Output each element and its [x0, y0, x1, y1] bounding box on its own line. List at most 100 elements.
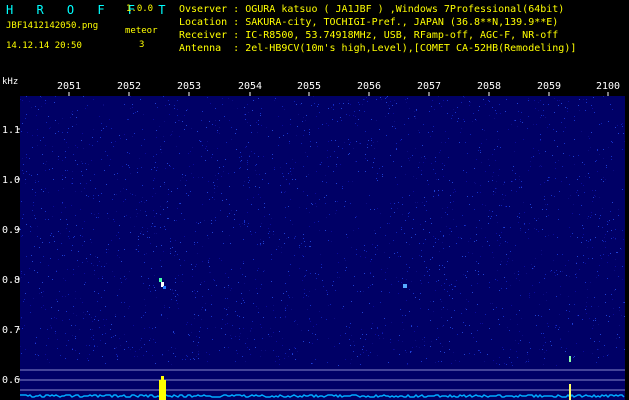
noise-speck [97, 346, 98, 347]
noise-speck [152, 328, 153, 329]
noise-speck [260, 356, 261, 357]
noise-speck [482, 204, 483, 205]
noise-speck [332, 119, 333, 120]
noise-speck [398, 293, 399, 294]
noise-speck [34, 215, 35, 216]
noise-speck [217, 148, 218, 149]
noise-speck [425, 158, 426, 159]
noise-speck [155, 327, 156, 328]
noise-speck [488, 159, 489, 160]
noise-speck [495, 192, 496, 193]
noise-speck [604, 237, 605, 238]
noise-speck [516, 278, 517, 279]
noise-speck [54, 102, 55, 103]
noise-speck [164, 226, 165, 227]
noise-speck [67, 269, 68, 270]
noise-speck [209, 354, 210, 355]
noise-speck [274, 100, 275, 101]
noise-speck [373, 162, 374, 163]
noise-speck [394, 349, 395, 350]
noise-speck [143, 355, 144, 356]
noise-speck [593, 97, 594, 98]
noise-speck [381, 99, 382, 100]
noise-speck [57, 348, 58, 349]
noise-speck [434, 191, 435, 192]
noise-speck [413, 219, 414, 220]
noise-speck [559, 327, 560, 328]
noise-speck [285, 310, 286, 311]
noise-speck [340, 117, 341, 118]
noise-speck [533, 156, 534, 157]
noise-speck [93, 229, 94, 230]
noise-speck [46, 122, 47, 123]
noise-speck [421, 170, 422, 171]
noise-speck [82, 175, 83, 176]
noise-speck [83, 312, 84, 313]
noise-speck [196, 356, 197, 357]
noise-speck [503, 199, 504, 200]
noise-speck [529, 293, 530, 294]
noise-speck [103, 319, 104, 320]
noise-speck [231, 127, 232, 128]
noise-speck [51, 233, 52, 234]
noise-speck [302, 255, 303, 256]
noise-speck [570, 236, 571, 237]
noise-speck [258, 308, 259, 309]
noise-speck [303, 166, 304, 167]
noise-speck [426, 210, 427, 211]
noise-speck [292, 353, 293, 354]
noise-speck [319, 112, 320, 113]
noise-speck [334, 318, 335, 319]
noise-speck [35, 342, 36, 343]
noise-speck [582, 237, 583, 238]
noise-speck [615, 259, 616, 260]
noise-speck [72, 111, 73, 112]
noise-speck [516, 191, 517, 192]
noise-speck [457, 334, 458, 335]
noise-speck [175, 240, 176, 241]
noise-speck [439, 251, 440, 252]
noise-speck [429, 111, 430, 112]
noise-speck [401, 166, 402, 167]
noise-speck [41, 208, 42, 209]
noise-speck [219, 350, 220, 351]
noise-speck [312, 333, 313, 334]
noise-speck [197, 291, 198, 292]
noise-speck [316, 206, 317, 207]
meteor-echo-faint-3-dot [569, 356, 571, 362]
noise-speck [68, 147, 69, 148]
noise-speck [465, 325, 466, 326]
noise-speck [270, 224, 271, 225]
noise-speck [349, 327, 350, 328]
noise-speck [535, 315, 536, 316]
noise-speck [465, 142, 466, 143]
noise-speck [93, 265, 94, 266]
noise-speck [207, 150, 208, 151]
noise-speck [526, 273, 527, 274]
noise-speck [349, 115, 350, 116]
noise-speck [609, 220, 610, 221]
noise-speck [478, 263, 479, 264]
noise-speck [41, 106, 42, 107]
noise-speck [586, 240, 587, 241]
noise-speck [394, 126, 395, 127]
noise-speck [558, 329, 559, 330]
noise-speck [568, 198, 569, 199]
noise-speck [35, 354, 36, 355]
noise-speck [182, 121, 183, 122]
noise-speck [400, 309, 401, 310]
noise-speck [72, 183, 73, 184]
noise-speck [99, 327, 100, 328]
noise-speck [154, 167, 155, 168]
noise-speck [389, 108, 390, 109]
noise-speck [555, 327, 556, 328]
noise-speck [23, 301, 24, 302]
noise-speck [295, 359, 296, 360]
noise-speck [576, 192, 577, 193]
noise-speck [287, 305, 288, 306]
noise-speck [35, 192, 36, 193]
noise-speck [416, 271, 417, 272]
noise-speck [447, 100, 448, 101]
noise-speck [72, 126, 73, 127]
noise-speck [231, 139, 232, 140]
